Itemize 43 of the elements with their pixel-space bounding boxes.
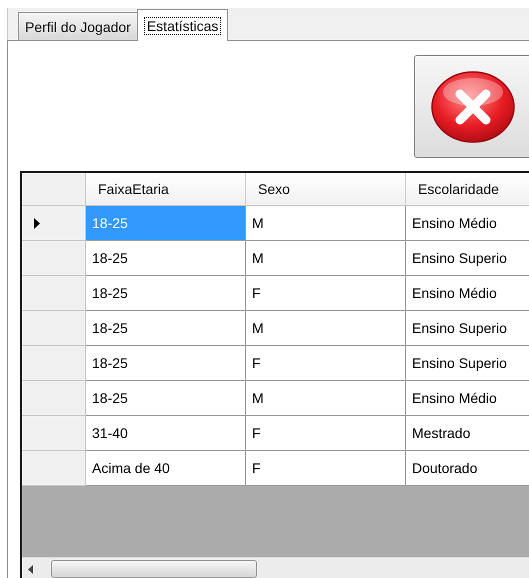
table-cell[interactable]: M (246, 311, 406, 346)
column-header[interactable]: Sexo (246, 173, 406, 206)
table-cell[interactable]: F (246, 346, 406, 381)
row-header[interactable] (22, 206, 86, 241)
table-cell[interactable]: 18-25 (86, 241, 246, 276)
row-header[interactable] (22, 451, 86, 486)
column-header[interactable]: FaixaEtaria (86, 173, 246, 206)
tab[interactable]: Estatísticas (136, 9, 228, 41)
table-cell[interactable]: Mestrado (406, 416, 529, 451)
table-cell[interactable]: 31-40 (86, 416, 246, 451)
table-cell[interactable]: 18-25 (86, 346, 246, 381)
table-cell[interactable]: M (246, 206, 406, 241)
close-icon (430, 70, 516, 144)
table-cell[interactable]: Ensino Médio (406, 206, 529, 241)
table-cell[interactable]: 18-25 (86, 276, 246, 311)
table-cell[interactable]: Ensino Superio (406, 241, 529, 276)
scroll-thumb[interactable] (51, 560, 257, 578)
horizontal-scrollbar[interactable] (22, 557, 529, 578)
table-cell[interactable]: 18-25 (86, 381, 246, 416)
scroll-left-icon (28, 564, 33, 574)
close-button[interactable] (414, 55, 529, 158)
table-cell[interactable]: Ensino Médio (406, 381, 529, 416)
table-cell[interactable]: Acima de 40 (86, 451, 246, 486)
row-header[interactable] (22, 311, 86, 346)
table-cell[interactable]: Ensino Médio (406, 276, 529, 311)
grid-corner-header[interactable] (22, 173, 86, 206)
row-header[interactable] (22, 276, 86, 311)
table-cell[interactable]: M (246, 241, 406, 276)
table-cell[interactable]: Ensino Superio (406, 311, 529, 346)
column-header[interactable]: Escolaridade (406, 173, 529, 206)
row-header[interactable] (22, 416, 86, 451)
tab[interactable]: Perfil do Jogador (18, 12, 138, 40)
row-header[interactable] (22, 381, 86, 416)
table-cell[interactable]: Doutorado (406, 451, 529, 486)
table-cell[interactable]: M (246, 381, 406, 416)
table-cell[interactable]: F (246, 416, 406, 451)
row-header[interactable] (22, 241, 86, 276)
table-cell[interactable]: F (246, 276, 406, 311)
table-cell[interactable]: Ensino Superio (406, 346, 529, 381)
table-cell[interactable]: 18-25 (86, 311, 246, 346)
row-header[interactable] (22, 346, 86, 381)
table-cell[interactable]: F (246, 451, 406, 486)
current-row-icon (34, 218, 40, 228)
